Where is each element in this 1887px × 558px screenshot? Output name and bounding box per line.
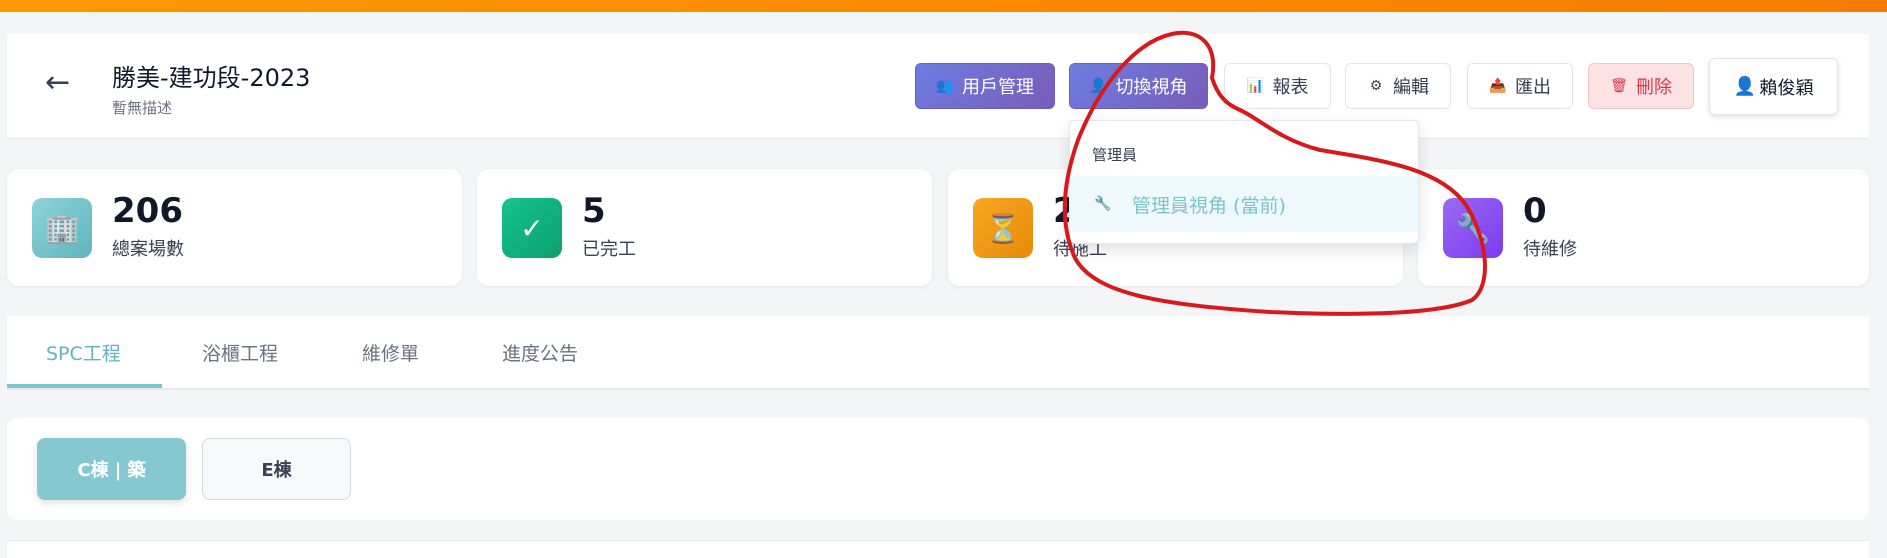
user-avatar-icon: 👤 [1733, 75, 1756, 97]
edit-button[interactable]: ⚙ 編輯 [1345, 63, 1451, 109]
user-menu-button[interactable]: 👤 賴俊穎 [1709, 58, 1838, 115]
export-icon: 📤 [1489, 78, 1507, 94]
stat-label: 總案場數 [112, 239, 184, 260]
building-e-button[interactable]: E棟 [202, 438, 351, 500]
stat-label: 待維修 [1523, 239, 1577, 260]
tab-repair-orders[interactable]: 維修單 [362, 339, 419, 366]
delete-button[interactable]: 🗑 刪除 [1588, 63, 1694, 109]
view-switch-dropdown: 管理員 🔧 管理員視角 (當前) [1069, 120, 1419, 244]
wrench-icon: 🔧 [1094, 196, 1112, 212]
dropdown-item-label: 管理員視角 (當前) [1132, 194, 1286, 217]
wrench-icon: 🔧 [1443, 198, 1503, 258]
hourglass-icon: ⏳ [973, 198, 1033, 258]
project-title: 勝美-建功段-2023 [112, 64, 311, 92]
tab-bath-cabinet[interactable]: 浴櫃工程 [202, 339, 278, 366]
stat-value: 5 [582, 191, 606, 231]
user-icon: 👤 [1089, 78, 1108, 94]
project-description: 暫無描述 [112, 99, 173, 117]
stat-label: 已完工 [582, 239, 636, 260]
building-selector: C棟 | 築 E棟 [7, 418, 1869, 520]
content-panel-edge [7, 540, 1869, 558]
dropdown-item-admin-view[interactable]: 🔧 管理員視角 (當前) [1070, 176, 1418, 232]
tab-progress-notice[interactable]: 進度公告 [502, 339, 578, 366]
top-banner [0, 0, 1887, 12]
building-icon: 🏢 [32, 198, 92, 258]
gear-icon: ⚙ [1369, 78, 1383, 94]
edit-label: 編輯 [1393, 77, 1429, 98]
back-arrow-icon[interactable]: ← [45, 68, 70, 98]
check-icon: ✓ [502, 198, 562, 258]
active-tab-indicator [7, 384, 162, 388]
switch-view-label: 切換視角 [1115, 77, 1188, 98]
delete-label: 刪除 [1636, 77, 1672, 98]
building-c-button[interactable]: C棟 | 築 [37, 438, 186, 500]
user-management-button[interactable]: 👥 用戶管理 [915, 63, 1055, 109]
user-name: 賴俊穎 [1759, 77, 1814, 99]
switch-view-button[interactable]: 👤 切換視角 [1069, 63, 1208, 109]
user-management-label: 用戶管理 [962, 77, 1034, 98]
reports-button[interactable]: 📊 報表 [1224, 63, 1331, 109]
bar-chart-icon: 📊 [1246, 78, 1265, 94]
stat-card-pending-repair: 🔧 0 待維修 [1418, 169, 1869, 286]
users-icon: 👥 [936, 78, 954, 94]
reports-label: 報表 [1272, 77, 1309, 98]
export-button[interactable]: 📤 匯出 [1467, 63, 1573, 109]
stat-value: 0 [1523, 191, 1547, 231]
tab-bar: SPC工程 浴櫃工程 維修單 進度公告 [7, 316, 1869, 390]
export-label: 匯出 [1515, 77, 1551, 98]
tab-spc[interactable]: SPC工程 [46, 339, 121, 366]
stat-card-total: 🏢 206 總案場數 [7, 169, 462, 286]
dropdown-group-label: 管理員 [1092, 146, 1138, 164]
stat-card-completed: ✓ 5 已完工 [477, 169, 932, 286]
trash-icon: 🗑 [1610, 78, 1628, 94]
stat-value: 206 [112, 191, 183, 231]
